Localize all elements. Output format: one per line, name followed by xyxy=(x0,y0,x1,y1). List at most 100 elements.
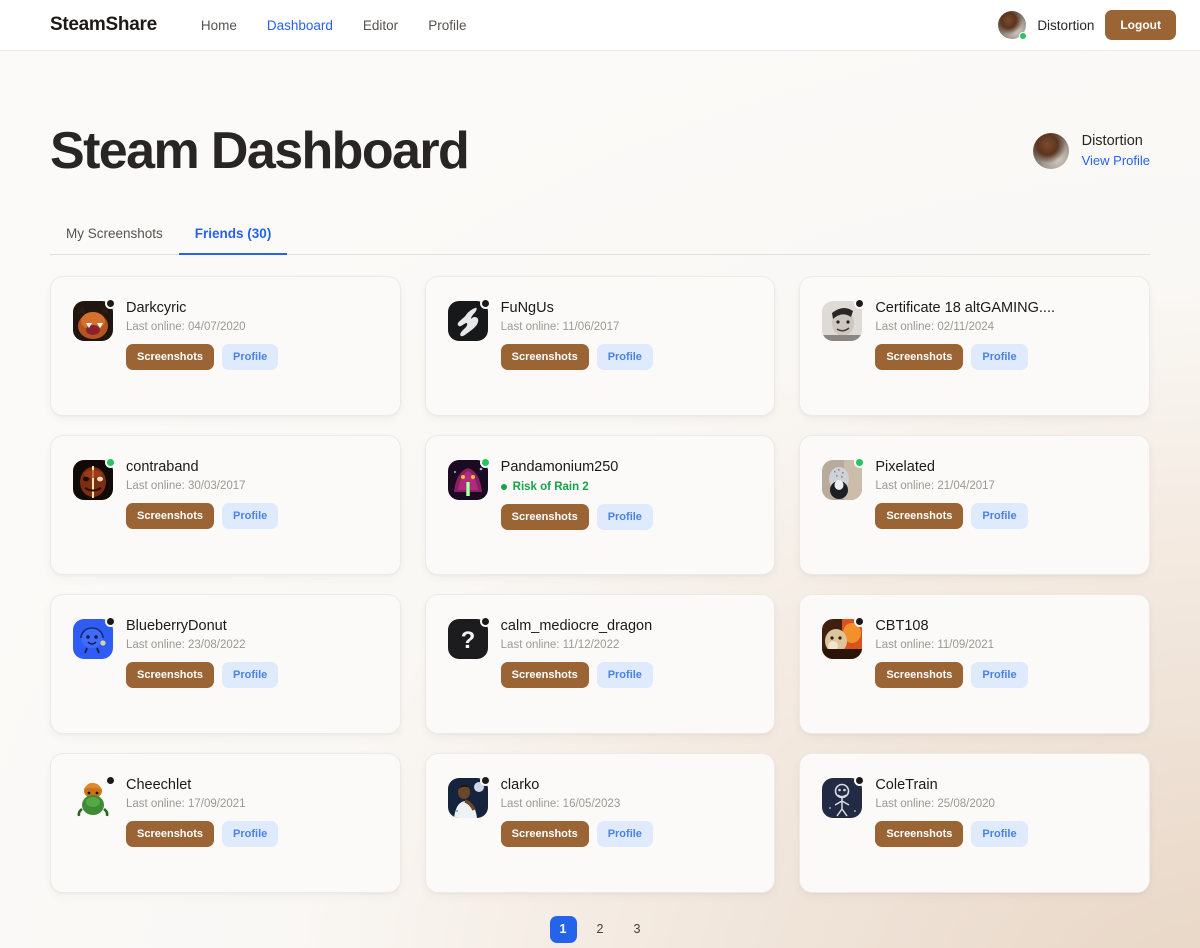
friend-actions: Screenshots Profile xyxy=(501,662,753,688)
friends-grid: Darkcyric Last online: 04/07/2020 Screensh… xyxy=(50,276,1150,893)
screenshots-button[interactable]: Screenshots xyxy=(501,821,589,847)
page-content: Steam Dashboard Distortion View Profile … xyxy=(0,51,1200,943)
friend-name: FuNgUs xyxy=(501,299,753,317)
profile-button[interactable]: Profile xyxy=(597,504,653,530)
screenshots-button[interactable]: Screenshots xyxy=(875,821,963,847)
friend-status-text: Last online: 17/09/2021 xyxy=(126,798,246,810)
screenshots-button[interactable]: Screenshots xyxy=(126,662,214,688)
friend-name: ColeTrain xyxy=(875,776,1127,794)
brand-logo[interactable]: SteamShare xyxy=(50,14,157,36)
friend-name: Pixelated xyxy=(875,458,1127,476)
svg-text:?: ? xyxy=(460,627,475,654)
friend-card: clarko Last online: 16/05/2023 Screenshots… xyxy=(425,753,776,893)
friend-avatar[interactable]: ? xyxy=(448,619,488,659)
screenshots-button[interactable]: Screenshots xyxy=(875,662,963,688)
friend-status: Last online: 04/07/2020 xyxy=(126,321,378,333)
profile-avatar-icon[interactable] xyxy=(1033,133,1069,169)
navbar-avatar[interactable] xyxy=(998,11,1026,39)
screenshots-button[interactable]: Screenshots xyxy=(875,344,963,370)
friend-status: Last online: 11/06/2017 xyxy=(501,321,753,333)
friend-card: Darkcyric Last online: 04/07/2020 Screensh… xyxy=(50,276,401,416)
offline-status-badge-icon xyxy=(854,775,865,786)
friend-status-text: Last online: 02/11/2024 xyxy=(875,321,994,333)
friend-actions: Screenshots Profile xyxy=(501,821,753,847)
offline-status-badge-icon xyxy=(105,298,116,309)
offline-status-badge-icon xyxy=(854,298,865,309)
logout-button[interactable]: Logout xyxy=(1105,10,1176,40)
offline-status-badge-icon xyxy=(105,775,116,786)
friend-status: Last online: 11/09/2021 xyxy=(875,639,1127,651)
pagination-page-2[interactable]: 2 xyxy=(587,916,614,943)
playing-dot-icon xyxy=(501,484,507,490)
friend-card: CBT108Last online: 11/09/2021Screenshots… xyxy=(799,594,1150,734)
online-status-dot-icon xyxy=(1019,32,1027,40)
friend-avatar[interactable] xyxy=(73,301,113,341)
friend-actions: Screenshots Profile xyxy=(126,821,378,847)
friend-avatar[interactable] xyxy=(822,301,862,341)
page-title: Steam Dashboard xyxy=(50,124,468,179)
friend-card: BlueberryDonutLast online: 23/08/2022Scr… xyxy=(50,594,401,734)
profile-button[interactable]: Profile xyxy=(222,503,278,529)
friend-name: clarko xyxy=(501,776,753,794)
friend-avatar[interactable] xyxy=(448,460,488,500)
tab-friends[interactable]: Friends (30) xyxy=(179,215,288,255)
friend-status-text: Last online: 04/07/2020 xyxy=(126,321,246,333)
profile-button[interactable]: Profile xyxy=(222,662,278,688)
friend-card: contraband Last online: 30/03/2017 Screens… xyxy=(50,435,401,575)
pagination-page-3[interactable]: 3 xyxy=(624,916,651,943)
profile-name: Distortion xyxy=(1082,131,1150,152)
nav-link-home[interactable]: Home xyxy=(201,18,237,33)
profile-button[interactable]: Profile xyxy=(971,344,1027,370)
profile-button[interactable]: Profile xyxy=(971,503,1027,529)
friend-avatar[interactable] xyxy=(822,619,862,659)
screenshots-button[interactable]: Screenshots xyxy=(501,344,589,370)
friend-name: contraband xyxy=(126,458,378,476)
nav-link-profile[interactable]: Profile xyxy=(428,18,466,33)
online-status-badge-icon xyxy=(105,457,116,468)
friend-status: Last online: 17/09/2021 xyxy=(126,798,378,810)
offline-status-badge-icon xyxy=(105,616,116,627)
profile-button[interactable]: Profile xyxy=(222,344,278,370)
friend-status: Last online: 30/03/2017 xyxy=(126,480,378,492)
screenshots-button[interactable]: Screenshots xyxy=(126,503,214,529)
offline-status-badge-icon xyxy=(480,775,491,786)
screenshots-button[interactable]: Screenshots xyxy=(501,662,589,688)
profile-summary: Distortion View Profile xyxy=(1033,131,1150,179)
offline-status-badge-icon xyxy=(480,616,491,627)
friend-avatar[interactable] xyxy=(448,778,488,818)
friend-status-text: Last online: 11/06/2017 xyxy=(501,321,620,333)
friend-avatar[interactable] xyxy=(73,778,113,818)
profile-button[interactable]: Profile xyxy=(971,662,1027,688)
screenshots-button[interactable]: Screenshots xyxy=(126,344,214,370)
screenshots-button[interactable]: Screenshots xyxy=(501,504,589,530)
friend-actions: Screenshots Profile xyxy=(126,662,378,688)
nav-link-editor[interactable]: Editor xyxy=(363,18,398,33)
profile-button[interactable]: Profile xyxy=(597,344,653,370)
friend-card: ?calm_mediocre_dragonLast online: 11/12/… xyxy=(425,594,776,734)
profile-button[interactable]: Profile xyxy=(971,821,1027,847)
friend-avatar[interactable] xyxy=(448,301,488,341)
friend-card: CheechletLast online: 17/09/2021Screensh… xyxy=(50,753,401,893)
friend-name: Darkcyric xyxy=(126,299,378,317)
friend-avatar[interactable] xyxy=(822,460,862,500)
screenshots-button[interactable]: Screenshots xyxy=(875,503,963,529)
friend-status: Last online: 11/12/2022 xyxy=(501,639,753,651)
friend-status: Last online: 16/05/2023 xyxy=(501,798,753,810)
nav-links: Home Dashboard Editor Profile xyxy=(201,18,467,33)
online-status-badge-icon xyxy=(480,457,491,468)
view-profile-link[interactable]: View Profile xyxy=(1082,152,1150,171)
friend-avatar[interactable] xyxy=(822,778,862,818)
pagination-page-1[interactable]: 1 xyxy=(550,916,577,943)
nav-link-dashboard[interactable]: Dashboard xyxy=(267,18,333,33)
friend-status: Last online: 25/08/2020 xyxy=(875,798,1127,810)
pagination: 1 2 3 xyxy=(50,916,1150,943)
friend-card: Certificate 18 altGAMING....Last online:… xyxy=(799,276,1150,416)
nav-user-area: Distortion Logout xyxy=(998,10,1176,40)
tab-my-screenshots[interactable]: My Screenshots xyxy=(50,215,179,255)
profile-button[interactable]: Profile xyxy=(597,662,653,688)
profile-button[interactable]: Profile xyxy=(222,821,278,847)
screenshots-button[interactable]: Screenshots xyxy=(126,821,214,847)
friend-avatar[interactable] xyxy=(73,619,113,659)
profile-button[interactable]: Profile xyxy=(597,821,653,847)
friend-avatar[interactable] xyxy=(73,460,113,500)
